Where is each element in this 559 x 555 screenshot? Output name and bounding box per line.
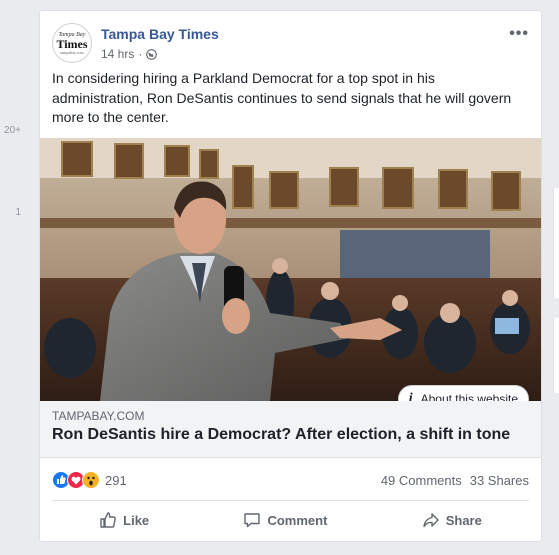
shares-count-link[interactable]: 33 Shares	[470, 473, 529, 488]
globe-icon[interactable]	[146, 48, 158, 60]
thumbs-up-icon	[100, 512, 116, 528]
avatar-text-line3: tampabay.com	[60, 49, 84, 55]
wow-reaction-icon	[82, 471, 100, 489]
share-label: Share	[445, 512, 482, 528]
notification-count-bottom: 1	[15, 207, 21, 218]
post-actions: Like Comment Share	[52, 501, 529, 539]
post-caption: In considering hiring a Parkland Democra…	[52, 70, 512, 125]
page-avatar[interactable]: Tampa Bay Times tampabay.com	[52, 23, 92, 63]
about-this-website-label: About this website	[420, 392, 518, 401]
like-label: Like	[123, 512, 150, 528]
link-headline[interactable]: Ron DeSantis hire a Democrat? After elec…	[52, 426, 510, 444]
engagement-stats: 49 Comments 33 Shares	[381, 473, 529, 488]
post-timestamp[interactable]: 14 hrs	[101, 47, 134, 61]
more-options-icon[interactable]: •••	[509, 25, 529, 43]
chamber-photo-illustration	[40, 138, 541, 401]
news-feed-post: Tampa Bay Times tampabay.com Tampa Bay T…	[39, 10, 542, 542]
reaction-summary[interactable]: 291	[52, 471, 127, 489]
adjacent-card-edge-lower	[553, 318, 559, 393]
comment-button[interactable]: Comment	[243, 511, 327, 529]
adjacent-card-edge	[553, 188, 559, 298]
comment-bubble-icon	[244, 513, 261, 528]
page-name-link[interactable]: Tampa Bay Times	[101, 26, 219, 42]
about-this-website-button[interactable]: i About this website	[397, 385, 529, 401]
meta-separator: ·	[138, 47, 143, 61]
avatar-text-line2: Times	[56, 36, 88, 51]
notification-count-top: 20+	[4, 125, 21, 136]
reactions-bar: 291 49 Comments 33 Shares	[52, 468, 529, 492]
reaction-count[interactable]: 291	[105, 473, 127, 488]
link-preview-image[interactable]: i About this website	[40, 138, 541, 401]
link-domain: TAMPABAY.COM	[52, 409, 145, 423]
post-header: Tampa Bay Times tampabay.com Tampa Bay T…	[52, 23, 529, 63]
like-button[interactable]: Like	[99, 511, 149, 529]
comment-label: Comment	[267, 512, 328, 528]
info-icon: i	[408, 391, 413, 401]
post-meta: 14 hrs ·	[101, 47, 158, 61]
share-button[interactable]: Share	[422, 511, 482, 529]
comments-count-link[interactable]: 49 Comments	[381, 473, 462, 488]
link-preview-card[interactable]: TAMPABAY.COM Ron DeSantis hire a Democra…	[40, 401, 541, 458]
share-arrow-icon	[423, 513, 439, 528]
